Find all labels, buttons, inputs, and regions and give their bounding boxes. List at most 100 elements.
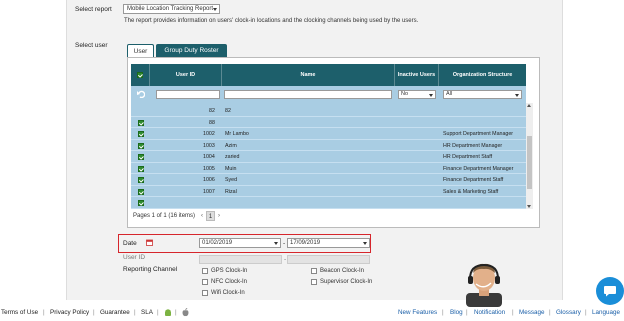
- nfc-checkbox[interactable]: [202, 279, 208, 285]
- table-row[interactable]: [131, 197, 526, 209]
- user-id-separator: -: [284, 256, 287, 263]
- table-row[interactable]: 1005 Muin Finance Department Manager: [131, 163, 526, 174]
- gps-option-label: GPS Clock-In: [211, 268, 248, 274]
- footer-link-privacy[interactable]: Privacy Policy: [50, 309, 89, 316]
- chevron-down-icon: [274, 242, 278, 245]
- date-separator: -: [283, 240, 286, 247]
- table-row[interactable]: 1002 Mr Lambo Support Department Manager: [131, 128, 526, 140]
- footer-link-notification[interactable]: Notification: [474, 309, 505, 316]
- row-checkbox[interactable]: [138, 142, 144, 149]
- support-agent-avatar: [466, 263, 502, 307]
- footer-link-glossary[interactable]: Glossary: [556, 309, 581, 316]
- grid-header: User ID Name Inactive Users Organization…: [131, 64, 526, 86]
- tab-group-duty-roster[interactable]: Group Duty Roster: [156, 44, 227, 57]
- date-label: Date: [123, 240, 137, 247]
- select-report-label: Select report: [75, 6, 112, 13]
- user-id-from-input[interactable]: [199, 255, 282, 264]
- cell-name: Rizal: [225, 188, 237, 195]
- report-description: The report provides information on users…: [124, 18, 419, 24]
- row-checkbox[interactable]: [138, 165, 144, 172]
- select-all-checkbox-cell[interactable]: [131, 64, 150, 86]
- org-filter-value: All: [446, 91, 453, 97]
- android-icon[interactable]: [164, 308, 172, 317]
- scroll-up-icon[interactable]: [527, 104, 531, 107]
- table-row[interactable]: 1006 Syed Finance Department Staff: [131, 174, 526, 186]
- org-filter-select[interactable]: All: [443, 90, 522, 99]
- footer-link-language[interactable]: Language: [592, 309, 620, 316]
- footer-link-sla[interactable]: SLA: [141, 309, 153, 316]
- column-header-inactive-users[interactable]: Inactive Users: [395, 64, 439, 86]
- date-to-value: 17/09/2019: [290, 240, 321, 246]
- cell-name: Syed: [225, 177, 238, 183]
- footer-link-guarantee[interactable]: Guarantee: [100, 309, 130, 316]
- column-header-name[interactable]: Name: [222, 64, 395, 86]
- cell-user-id: 1003: [203, 142, 215, 149]
- cell-user-id: 1007: [203, 188, 215, 195]
- row-checkbox[interactable]: [138, 188, 144, 195]
- cell-org: Finance Department Staff: [443, 177, 504, 183]
- name-filter-input[interactable]: [224, 90, 392, 99]
- select-all-checkbox[interactable]: [137, 72, 143, 78]
- footer-separator: |: [512, 309, 514, 316]
- beacon-option-label: Beacon Clock-In: [320, 268, 365, 274]
- chevron-down-icon: [515, 93, 519, 97]
- table-row[interactable]: 1007 Rizal Sales & Marketing Staff: [131, 186, 526, 197]
- cell-name: Muin: [225, 165, 237, 172]
- report-dropdown-value: Mobile Location Tracking Report: [127, 6, 214, 12]
- cell-name: Azim: [225, 142, 237, 149]
- table-row[interactable]: 1003 Azim HR Department Manager: [131, 140, 526, 151]
- calendar-icon[interactable]: [146, 239, 153, 246]
- pager-prev-button[interactable]: ‹: [199, 211, 205, 221]
- cell-user-id: 82: [209, 108, 215, 114]
- user-id-to-input[interactable]: [287, 255, 370, 264]
- beacon-checkbox[interactable]: [311, 268, 317, 274]
- user-id-filter-input[interactable]: [156, 90, 220, 99]
- pager-page-button[interactable]: 1: [206, 211, 215, 221]
- table-row[interactable]: 82 82: [131, 105, 526, 117]
- scrollbar-thumb[interactable]: [527, 136, 532, 189]
- footer-link-message[interactable]: Message: [519, 309, 545, 316]
- cell-user-id: 88: [209, 119, 215, 126]
- pager-next-button[interactable]: ›: [216, 211, 222, 221]
- footer-separator: |: [585, 309, 587, 316]
- column-header-user-id[interactable]: User ID: [150, 64, 222, 86]
- inactive-filter-select[interactable]: No: [398, 90, 436, 99]
- chevron-down-icon: [363, 242, 367, 245]
- footer-link-new-features[interactable]: New Features: [398, 309, 437, 316]
- cell-user-id: 1004: [203, 154, 215, 160]
- cell-org: Sales & Marketing Staff: [443, 188, 499, 195]
- footer-separator: |: [134, 309, 136, 316]
- table-row[interactable]: 88: [131, 117, 526, 128]
- table-row[interactable]: 1004 zaried HR Department Staff: [131, 151, 526, 163]
- date-from-select[interactable]: 01/02/2019: [199, 238, 281, 248]
- wifi-checkbox[interactable]: [202, 290, 208, 296]
- report-dropdown[interactable]: Mobile Location Tracking Report: [123, 4, 220, 14]
- tab-user[interactable]: User: [127, 44, 154, 57]
- cell-org: HR Department Manager: [443, 142, 503, 149]
- column-header-organization[interactable]: Organization Structure: [439, 64, 526, 86]
- supervisor-checkbox[interactable]: [311, 279, 317, 285]
- chat-button[interactable]: [596, 277, 624, 305]
- footer-link-terms[interactable]: Terms of Use: [1, 309, 38, 316]
- row-checkbox[interactable]: [138, 154, 144, 160]
- grid-body: 82 82 88 1002 Mr Lambo Support Departmen…: [131, 103, 526, 209]
- reporting-channel-label: Reporting Channel: [123, 266, 178, 273]
- inactive-filter-value: No: [401, 91, 409, 97]
- row-checkbox[interactable]: [138, 131, 144, 137]
- footer-link-blog[interactable]: Blog: [450, 309, 463, 316]
- cell-org: HR Department Staff: [443, 154, 493, 160]
- footer-separator: |: [442, 309, 444, 316]
- chevron-down-icon: [213, 8, 217, 11]
- wifi-option-label: Wifi Clock-In: [211, 290, 245, 296]
- gps-checkbox[interactable]: [202, 268, 208, 274]
- supervisor-option-label: Supervisor Clock-In: [320, 279, 373, 285]
- row-checkbox[interactable]: [138, 119, 144, 126]
- scroll-down-icon[interactable]: [527, 205, 531, 208]
- date-to-select[interactable]: 17/09/2019: [287, 238, 370, 248]
- row-checkbox[interactable]: [138, 200, 144, 206]
- row-checkbox[interactable]: [138, 177, 144, 183]
- apple-icon[interactable]: [182, 308, 189, 317]
- user-id-label: User ID: [123, 254, 146, 261]
- undo-icon[interactable]: [137, 90, 145, 98]
- cell-name: 82: [225, 108, 231, 114]
